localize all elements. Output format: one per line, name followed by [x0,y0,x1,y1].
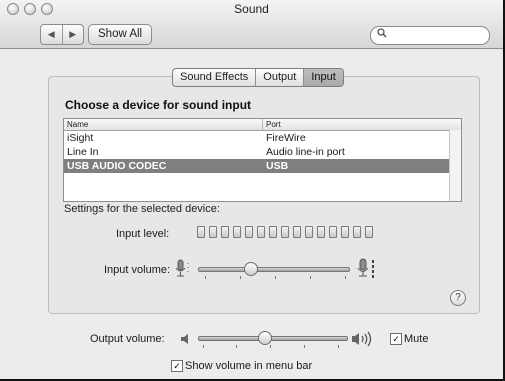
tab-input[interactable]: Input [303,69,343,86]
input-volume-track[interactable] [198,267,350,272]
level-segment [221,226,229,238]
settings-label: Settings for the selected device: [64,203,220,215]
mute-checkbox[interactable]: ✓ [390,333,402,345]
level-segment [353,226,361,238]
input-device-table[interactable]: Name Port iSight FireWire Line In Audio … [63,118,462,202]
slider-tick [203,345,204,348]
microphone-high-icon [357,258,377,283]
search-field[interactable] [370,26,490,45]
level-segment [233,226,241,238]
level-segment [209,226,217,238]
device-port-cell: Audio line-in port [266,146,345,158]
device-section-title: Choose a device for sound input [65,98,252,112]
slider-tick [338,345,339,348]
table-header: Name Port [64,119,461,131]
level-segment [245,226,253,238]
show-volume-menu-bar-checkbox[interactable]: ✓ [171,360,183,372]
help-button[interactable]: ? [450,290,466,306]
input-volume-slider-thumb[interactable] [243,262,258,276]
table-row[interactable]: Line In Audio line-in port [64,145,461,159]
title-bar: Sound ◀ ▶ Show All [0,0,503,49]
slider-tick [205,276,206,279]
table-scrollbar[interactable] [449,130,461,201]
output-volume-slider-thumb[interactable] [257,331,272,345]
output-volume-label: Output volume: [90,333,165,345]
microphone-low-icon [175,259,191,282]
tab-output[interactable]: Output [255,69,303,86]
device-name-cell: USB AUDIO CODEC [67,160,167,172]
forward-button[interactable]: ▶ [61,25,84,44]
slider-tick [310,276,311,279]
input-level-label: Input level: [116,228,170,240]
sound-preferences-window: Sound ◀ ▶ Show All Sound Effects Output … [0,0,505,381]
slider-tick [270,345,271,348]
column-header-port[interactable]: Port [263,119,461,130]
slider-tick [304,345,305,348]
back-button[interactable]: ◀ [41,25,62,44]
input-level-meter [197,226,373,238]
speaker-low-icon [180,333,192,348]
input-volume-label: Input volume: [104,264,171,276]
tab-bar: Sound Effects Output Input [172,68,344,87]
magnifier-icon [377,28,387,41]
window-title: Sound [234,2,269,16]
slider-tick [345,276,346,279]
level-segment [269,226,277,238]
output-volume-track[interactable] [198,336,348,341]
show-all-button[interactable]: Show All [88,24,153,45]
table-row[interactable]: iSight FireWire [64,131,461,145]
level-segment [329,226,337,238]
level-segment [305,226,313,238]
column-header-name[interactable]: Name [64,119,263,130]
mute-label: Mute [404,333,429,345]
device-name-cell: iSight [67,132,94,144]
level-segment [257,226,265,238]
level-segment [341,226,349,238]
level-segment [197,226,205,238]
slider-tick [275,276,276,279]
level-segment [365,226,373,238]
table-row-selected[interactable]: USB AUDIO CODEC USB [64,159,461,173]
device-name-cell: Line In [67,146,99,158]
slider-tick [240,276,241,279]
slider-tick [236,345,237,348]
level-segment [293,226,301,238]
level-segment [317,226,325,238]
show-volume-menu-bar-label: Show volume in menu bar [185,360,313,372]
tab-sound-effects[interactable]: Sound Effects [173,69,255,86]
back-forward-control: ◀ ▶ [40,24,84,45]
device-port-cell: FireWire [266,132,306,144]
device-port-cell: USB [266,160,289,172]
speaker-high-icon [351,331,375,350]
level-segment [281,226,289,238]
